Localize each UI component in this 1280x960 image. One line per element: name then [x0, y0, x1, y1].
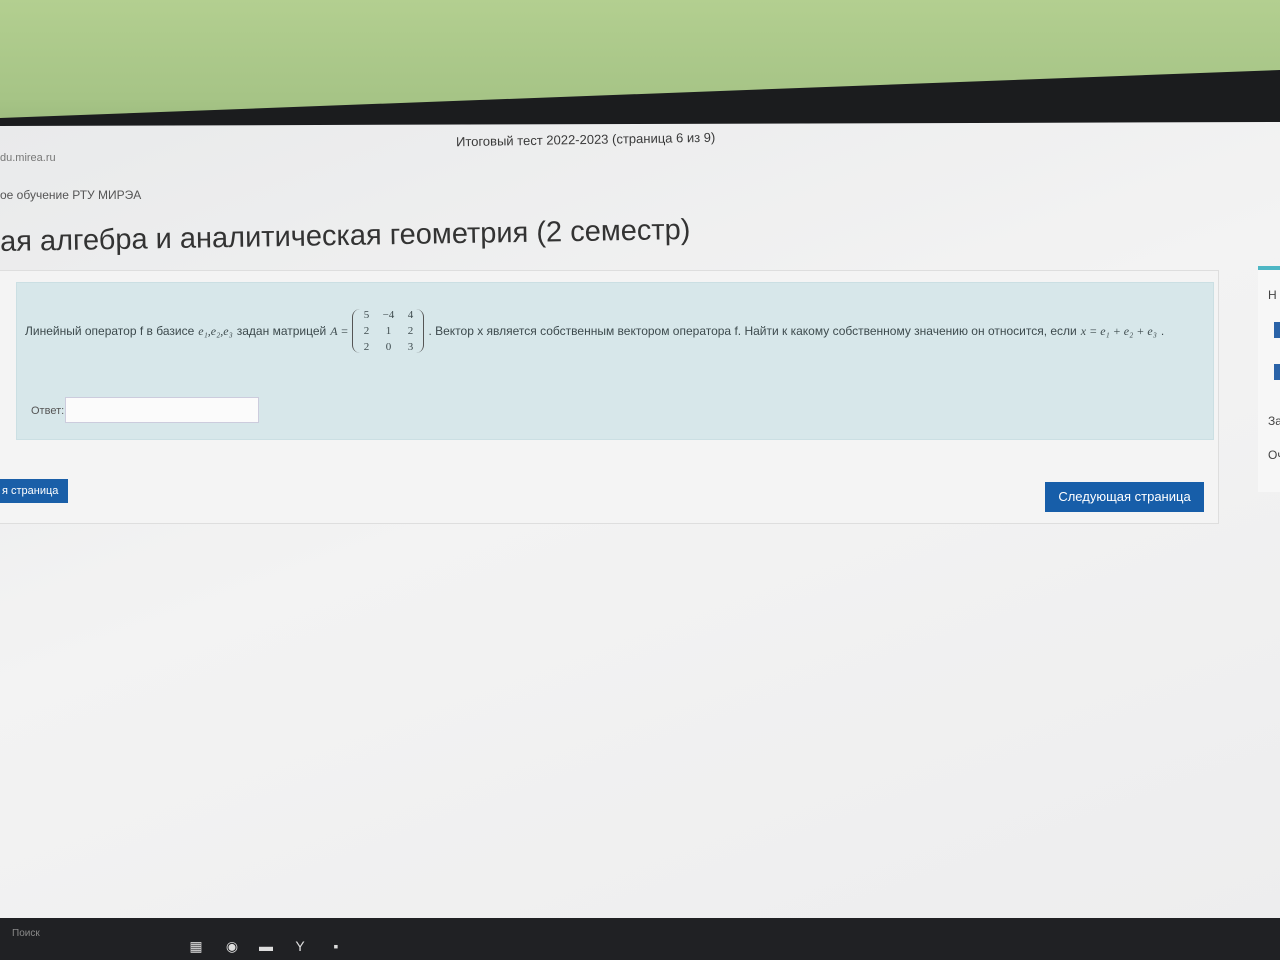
matrix-cell: 3: [407, 341, 414, 353]
question-part3: . Вектор x является собственным вектором…: [428, 324, 1077, 338]
side-nav-label: Н: [1268, 288, 1277, 302]
taskbar-search[interactable]: Поиск: [12, 928, 40, 939]
question-text: Линейный оператор f в базисе e₁,e₂,e₃ за…: [25, 309, 1205, 353]
matrix-cell: 2: [407, 325, 414, 337]
url-text[interactable]: du.mirea.ru: [0, 152, 56, 164]
matrix-cell: 2: [363, 341, 370, 353]
matrix-cell: 0: [385, 341, 392, 353]
matrix-cell: 5: [363, 309, 370, 321]
basis-vectors: e₁,e₂,e₃: [198, 323, 233, 338]
matrix-cell: −4: [382, 309, 395, 321]
question-part1: Линейный оператор f в базисе: [25, 324, 195, 338]
matrix-cell: 1: [385, 325, 392, 337]
answer-input[interactable]: [65, 397, 259, 423]
next-page-button[interactable]: Следующая страница: [1045, 482, 1204, 512]
matrix: 5 −4 4 2 1 2 2 0 3: [352, 309, 425, 353]
side-nav-button[interactable]: [1274, 364, 1280, 380]
matrix-cell: 4: [407, 309, 414, 321]
yandex-browser-icon[interactable]: Y: [292, 938, 308, 954]
edge-icon[interactable]: ◉: [224, 938, 240, 954]
matrix-label: A =: [330, 323, 349, 338]
side-finish-link[interactable]: За: [1268, 414, 1280, 428]
app-icon[interactable]: ▪: [328, 938, 344, 954]
side-timer-label: Оч: [1268, 448, 1280, 462]
question-box: Линейный оператор f в базисе e₁,e₂,e₃ за…: [16, 282, 1214, 440]
matrix-cell: 2: [363, 325, 370, 337]
question-end: .: [1160, 324, 1165, 338]
task-view-icon[interactable]: ▦: [188, 938, 204, 954]
browser-screen: Итоговый тест 2022-2023 (страница 6 из 9…: [0, 122, 1280, 922]
page-title: ая алгебра и аналитическая геометрия (2 …: [0, 213, 691, 259]
breadcrumb[interactable]: ое обучение РТУ МИРЭА: [0, 188, 141, 202]
folder-icon[interactable]: ▬: [258, 938, 274, 954]
side-nav-button[interactable]: [1274, 322, 1280, 338]
taskbar: Поиск ▦ ◉ ▬ Y ▪: [0, 918, 1280, 960]
answer-label: Ответ:: [31, 405, 65, 417]
window-title: Итоговый тест 2022-2023 (страница 6 из 9…: [455, 129, 716, 150]
vector-expression: x = e₁ + e₂ + e₃: [1080, 323, 1157, 338]
prev-page-button[interactable]: я страница: [0, 479, 69, 503]
question-part2: задан матрицей: [236, 324, 327, 338]
